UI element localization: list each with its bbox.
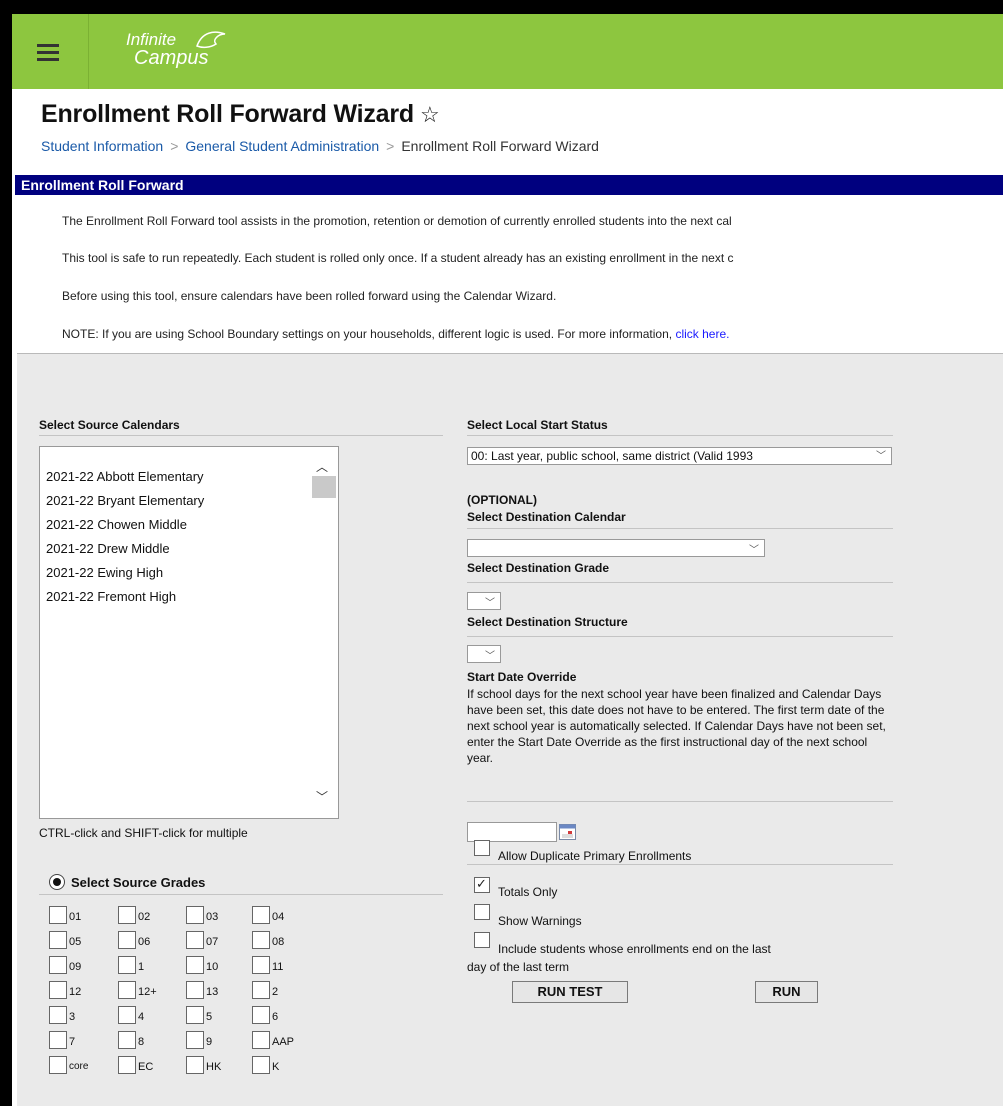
chevron-down-icon: ﹀ bbox=[485, 598, 495, 609]
run-test-button[interactable]: RUN TEST bbox=[512, 981, 628, 1003]
destination-structure-label: Select Destination Structure bbox=[467, 615, 628, 629]
label-underline bbox=[467, 435, 893, 436]
calendar-option[interactable]: 2021-22 Fremont High bbox=[46, 589, 176, 604]
local-start-status-select[interactable]: 00: Last year, public school, same distr… bbox=[467, 447, 892, 465]
destination-grade-label: Select Destination Grade bbox=[467, 561, 610, 575]
destination-calendar-label: Select Destination Calendar bbox=[467, 510, 626, 524]
start-date-override-label: Start Date Override bbox=[467, 670, 577, 684]
star-outline-icon[interactable]: ☆ bbox=[420, 102, 440, 127]
section-header-bar: Enrollment Roll Forward bbox=[15, 175, 1003, 195]
infinite-campus-logo[interactable]: Infinite Campus bbox=[126, 31, 226, 69]
destination-structure-select[interactable]: ﹀ bbox=[467, 645, 501, 663]
app-window: Infinite Campus Enrollment Roll Forward … bbox=[12, 14, 1003, 1106]
show-warnings-label: Show Warnings bbox=[498, 914, 582, 928]
local-start-status-label: Select Local Start Status bbox=[467, 418, 608, 432]
source-calendars-listbox[interactable]: 2021-22 Abbott Elementary 2021-22 Bryant… bbox=[39, 446, 339, 819]
calendar-option[interactable]: 2021-22 Chowen Middle bbox=[46, 517, 187, 532]
totals-only-label: Totals Only bbox=[498, 885, 558, 899]
source-grades-radio[interactable] bbox=[49, 874, 65, 890]
note-link[interactable]: click here. bbox=[675, 327, 729, 341]
label-underline bbox=[467, 636, 893, 637]
label-underline bbox=[467, 528, 893, 529]
start-date-override-input[interactable] bbox=[467, 822, 557, 842]
label-underline bbox=[39, 894, 443, 895]
top-bar: Infinite Campus bbox=[12, 14, 1003, 89]
scroll-up-icon[interactable]: ︿ bbox=[316, 458, 328, 475]
show-warnings-checkbox[interactable] bbox=[474, 904, 490, 920]
chevron-right-icon: > bbox=[170, 138, 179, 154]
include-students-checkbox[interactable] bbox=[474, 932, 490, 948]
source-grades-label: Select Source Grades bbox=[71, 875, 206, 890]
logo-line2: Campus bbox=[134, 47, 209, 69]
include-students-label: Include students whose enrollments end o… bbox=[498, 942, 771, 956]
destination-calendar-select[interactable]: ﹀ bbox=[467, 539, 765, 557]
label-underline bbox=[39, 435, 443, 436]
calendar-option[interactable]: 2021-22 Ewing High bbox=[46, 565, 163, 580]
chevron-down-icon: ﹀ bbox=[876, 451, 886, 462]
include-students-label-cont: day of the last term bbox=[467, 960, 570, 974]
calendar-option[interactable]: 2021-22 Bryant Elementary bbox=[46, 493, 204, 508]
allow-duplicate-checkbox[interactable] bbox=[474, 840, 490, 856]
calendar-option[interactable]: 2021-22 Drew Middle bbox=[46, 541, 170, 556]
multi-select-hint: CTRL-click and SHIFT-click for multiple bbox=[39, 826, 248, 840]
description-line: This tool is safe to run repeatedly. Eac… bbox=[62, 251, 734, 265]
hamburger-menu-icon[interactable] bbox=[12, 14, 89, 89]
note-text: NOTE: If you are using School Boundary s… bbox=[62, 327, 673, 341]
label-underline bbox=[467, 801, 893, 802]
chevron-right-icon: > bbox=[386, 138, 395, 154]
page-title: Enrollment Roll Forward Wizard ☆ bbox=[41, 100, 440, 129]
label-underline bbox=[467, 582, 893, 583]
scroll-down-icon[interactable]: ﹀ bbox=[316, 788, 328, 805]
breadcrumb: Student Information > General Student Admi… bbox=[41, 138, 599, 154]
source-calendars-label: Select Source Calendars bbox=[39, 418, 180, 432]
chevron-down-icon: ﹀ bbox=[749, 545, 759, 556]
description-line: The Enrollment Roll Forward tool assists… bbox=[62, 214, 732, 228]
start-date-override-help: If school days for the next school year … bbox=[467, 687, 886, 765]
scrollbar-thumb[interactable] bbox=[312, 476, 336, 498]
optional-label: (OPTIONAL) bbox=[467, 493, 537, 507]
calendar-option[interactable]: 2021-22 Abbott Elementary bbox=[46, 469, 204, 484]
breadcrumb-general-student-administration[interactable]: General Student Administration bbox=[185, 138, 379, 154]
chevron-down-icon: ﹀ bbox=[485, 651, 495, 662]
allow-duplicate-label: Allow Duplicate Primary Enrollments bbox=[498, 849, 692, 863]
run-button[interactable]: RUN bbox=[755, 981, 818, 1003]
page-title-text: Enrollment Roll Forward Wizard bbox=[41, 100, 414, 128]
breadcrumb-current: Enrollment Roll Forward Wizard bbox=[401, 138, 599, 154]
local-start-status-value: 00: Last year, public school, same distr… bbox=[471, 449, 753, 463]
note-line: NOTE: If you are using School Boundary s… bbox=[62, 327, 729, 341]
breadcrumb-student-information[interactable]: Student Information bbox=[41, 138, 163, 154]
calendar-icon[interactable] bbox=[559, 823, 576, 840]
label-underline bbox=[467, 864, 893, 865]
logo-swirl-icon bbox=[196, 31, 226, 49]
destination-grade-select[interactable]: ﹀ bbox=[467, 592, 501, 610]
totals-only-checkbox[interactable] bbox=[474, 876, 490, 893]
description-line: Before using this tool, ensure calendars… bbox=[62, 289, 557, 303]
